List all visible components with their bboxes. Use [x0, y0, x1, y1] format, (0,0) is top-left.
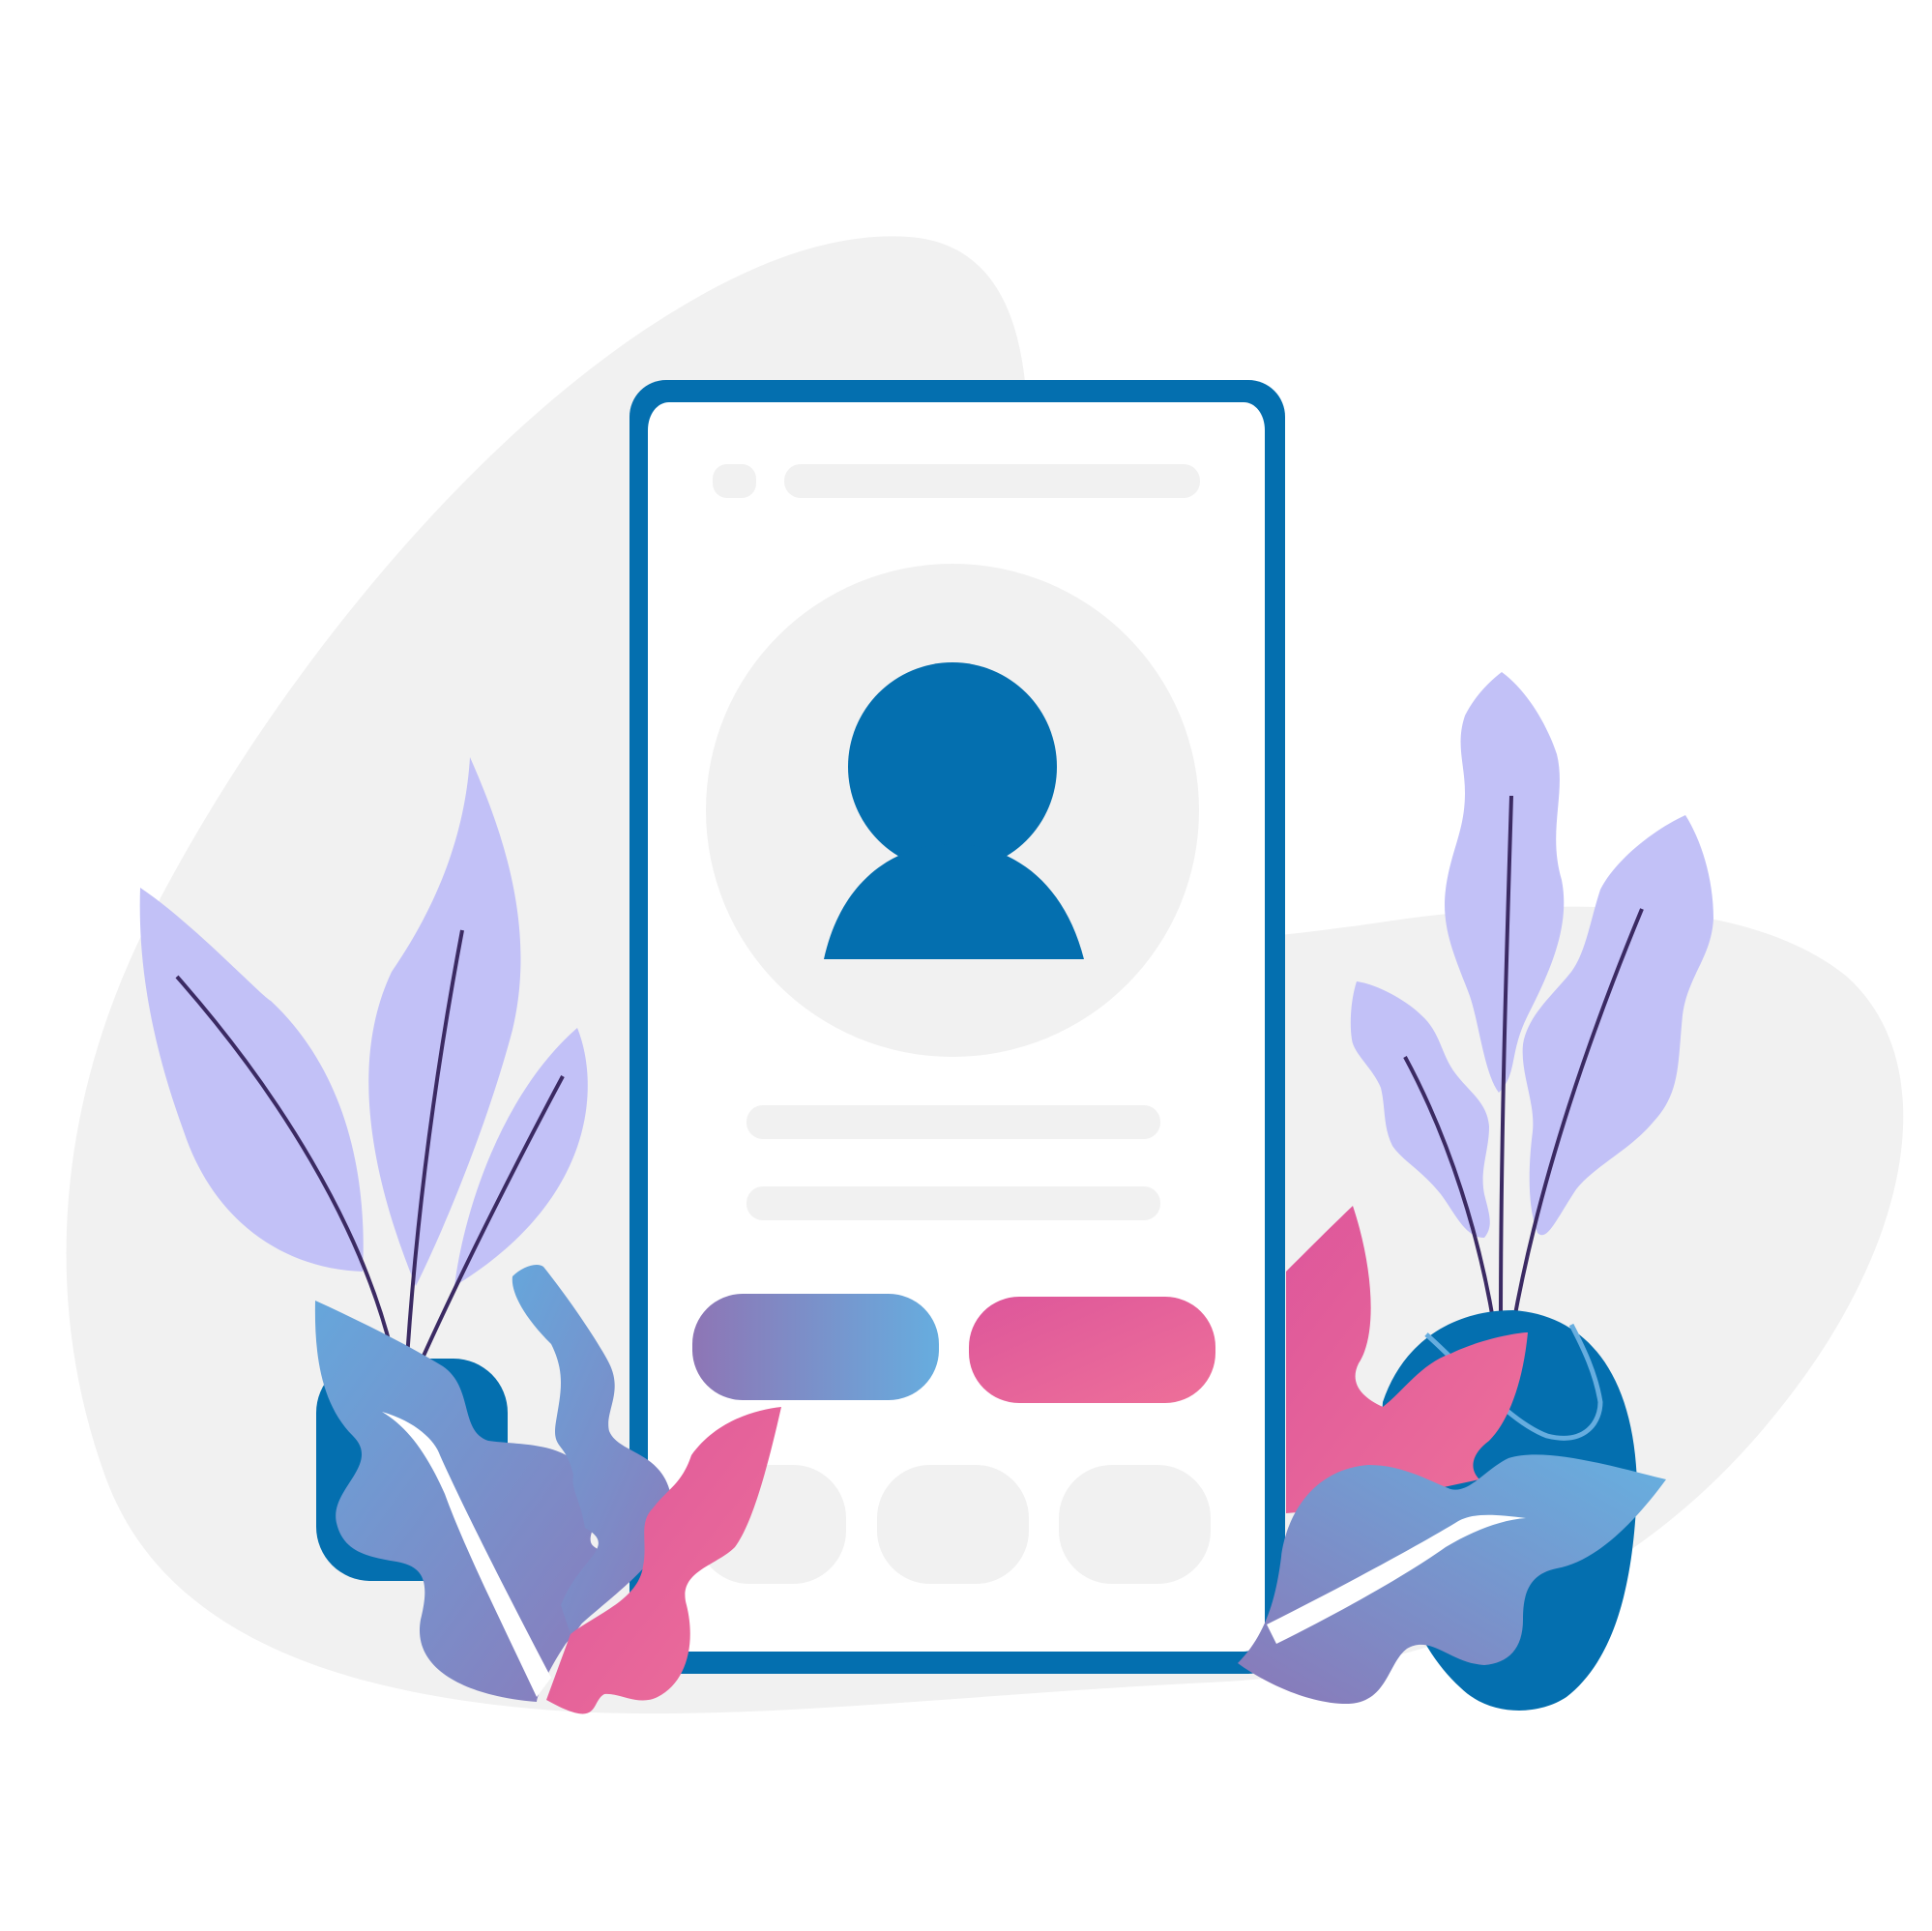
profile-illustration	[66, 236, 1904, 1714]
name-placeholder	[746, 1105, 1160, 1139]
menu-icon[interactable]	[713, 464, 756, 498]
avatar-head	[848, 662, 1057, 871]
detail-placeholder	[746, 1186, 1160, 1220]
icon-tile[interactable]	[1059, 1465, 1211, 1584]
primary-action-button[interactable]	[692, 1294, 939, 1400]
title-placeholder	[784, 464, 1200, 498]
secondary-action-button[interactable]	[969, 1297, 1215, 1403]
icon-tile[interactable]	[877, 1465, 1029, 1584]
